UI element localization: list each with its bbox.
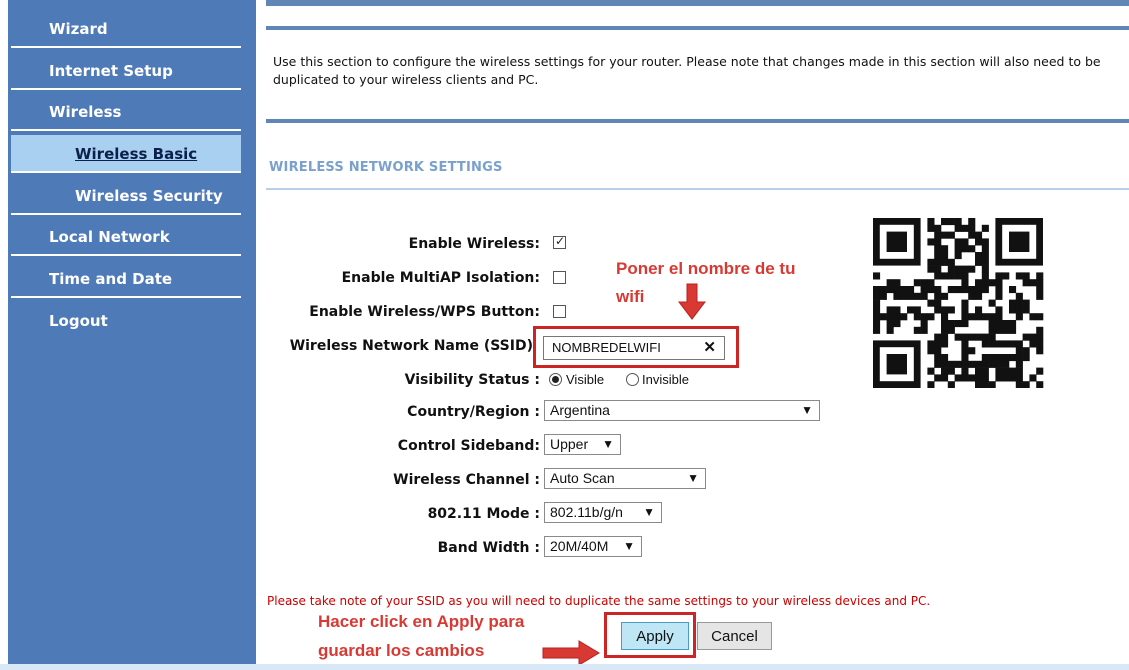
country-region-select[interactable]: Argentina ▼ [544, 400, 820, 421]
apply-hint-line2: guardar los cambios [318, 641, 485, 660]
chevron-down-icon: ▼ [801, 403, 813, 417]
mode-label: 802.11 Mode : [427, 506, 540, 522]
apply-button[interactable]: Apply [621, 622, 689, 650]
chevron-down-icon: ▼ [602, 437, 614, 451]
wireless-channel-value: Auto Scan [550, 470, 615, 486]
sidebar-item-wizard[interactable]: Wizard [11, 10, 241, 48]
mode-select[interactable]: 802.11b/g/n ▼ [544, 502, 662, 523]
wps-button-label: Enable Wireless/WPS Button: [309, 304, 540, 320]
chevron-down-icon: ▼ [687, 471, 699, 485]
ssid-input[interactable]: NOMBREDELWIFI ✕ [543, 336, 725, 360]
right-arrow-icon [542, 640, 600, 666]
wps-button-checkbox[interactable] [553, 305, 566, 318]
ssid-note: Please take note of your SSID as you wil… [267, 594, 931, 608]
multiap-isolation-label: Enable MultiAP Isolation: [341, 270, 540, 286]
sidebar-item-label: Logout [49, 312, 108, 330]
country-region-value: Argentina [550, 402, 610, 418]
ssid-hint-line1: Poner el nombre de tu [616, 259, 796, 278]
control-sideband-select[interactable]: Upper ▼ [544, 434, 621, 455]
ssid-label: Wireless Network Name (SSID) [289, 338, 533, 354]
band-width-select[interactable]: 20M/40M ▼ [544, 536, 642, 557]
sidebar-item-label: Wireless Security [75, 187, 223, 205]
down-arrow-icon [677, 283, 707, 320]
main-content: Use this section to configure the wirele… [256, 0, 1129, 670]
sidebar-item-label: Wireless [49, 103, 122, 121]
control-sideband-label: Control Sideband: [397, 438, 540, 454]
section-rule [266, 119, 1129, 123]
sidebar: Wizard Internet Setup Wireless Wireless … [0, 0, 256, 670]
intro-text: Use this section to configure the wirele… [273, 54, 1101, 87]
radio-selected-dot [552, 376, 559, 383]
chevron-down-icon: ▼ [643, 505, 655, 519]
apply-hint-line1: Hacer click en Apply para [318, 612, 525, 631]
enable-wireless-checkbox[interactable]: ✓ [553, 234, 566, 249]
wireless-channel-select[interactable]: Auto Scan ▼ [544, 468, 706, 489]
sidebar-item-wireless-basic[interactable]: Wireless Basic [11, 135, 241, 173]
section-title-rule [266, 188, 1129, 190]
sidebar-item-label: Wizard [49, 20, 108, 38]
sidebar-item-internet-setup[interactable]: Internet Setup [11, 52, 241, 90]
sidebar-item-wireless-security[interactable]: Wireless Security [11, 177, 241, 215]
sidebar-item-label: Local Network [49, 228, 170, 246]
visible-radio-label: Visible [566, 372, 605, 387]
cancel-button[interactable]: Cancel [697, 622, 772, 650]
invisible-radio[interactable] [626, 373, 639, 386]
control-sideband-value: Upper [550, 436, 589, 452]
visibility-status-label: Visibility Status : [404, 372, 540, 388]
qr-code-icon [873, 218, 1044, 388]
top-rule [266, 0, 1129, 6]
sidebar-item-local-network[interactable]: Local Network [11, 218, 241, 256]
band-width-label: Band Width : [437, 540, 540, 556]
bottom-strip [0, 664, 1129, 670]
sidebar-edge [0, 0, 8, 670]
multiap-isolation-checkbox[interactable] [553, 271, 566, 284]
sidebar-item-label: Time and Date [49, 270, 173, 288]
ssid-hint-line2: wifi [616, 287, 645, 306]
section-title: WIRELESS NETWORK SETTINGS [269, 160, 503, 175]
ssid-value: NOMBREDELWIFI [552, 340, 661, 355]
clear-icon[interactable]: ✕ [703, 337, 716, 359]
band-width-value: 20M/40M [550, 538, 609, 554]
sidebar-item-label: Wireless Basic [75, 145, 198, 163]
sidebar-item-logout[interactable]: Logout [11, 302, 241, 340]
sidebar-item-time-and-date[interactable]: Time and Date [11, 260, 241, 298]
sidebar-item-wireless[interactable]: Wireless [11, 93, 241, 131]
enable-wireless-label: Enable Wireless: [408, 236, 540, 252]
checkmark-icon: ✓ [555, 234, 566, 248]
chevron-down-icon: ▼ [623, 539, 635, 553]
invisible-radio-label: Invisible [642, 372, 689, 387]
wireless-channel-label: Wireless Channel : [393, 472, 540, 488]
visible-radio[interactable] [549, 373, 562, 386]
country-region-label: Country/Region : [407, 404, 540, 420]
mode-value: 802.11b/g/n [550, 504, 623, 520]
sidebar-item-label: Internet Setup [49, 62, 173, 80]
header-rule [266, 26, 1129, 30]
